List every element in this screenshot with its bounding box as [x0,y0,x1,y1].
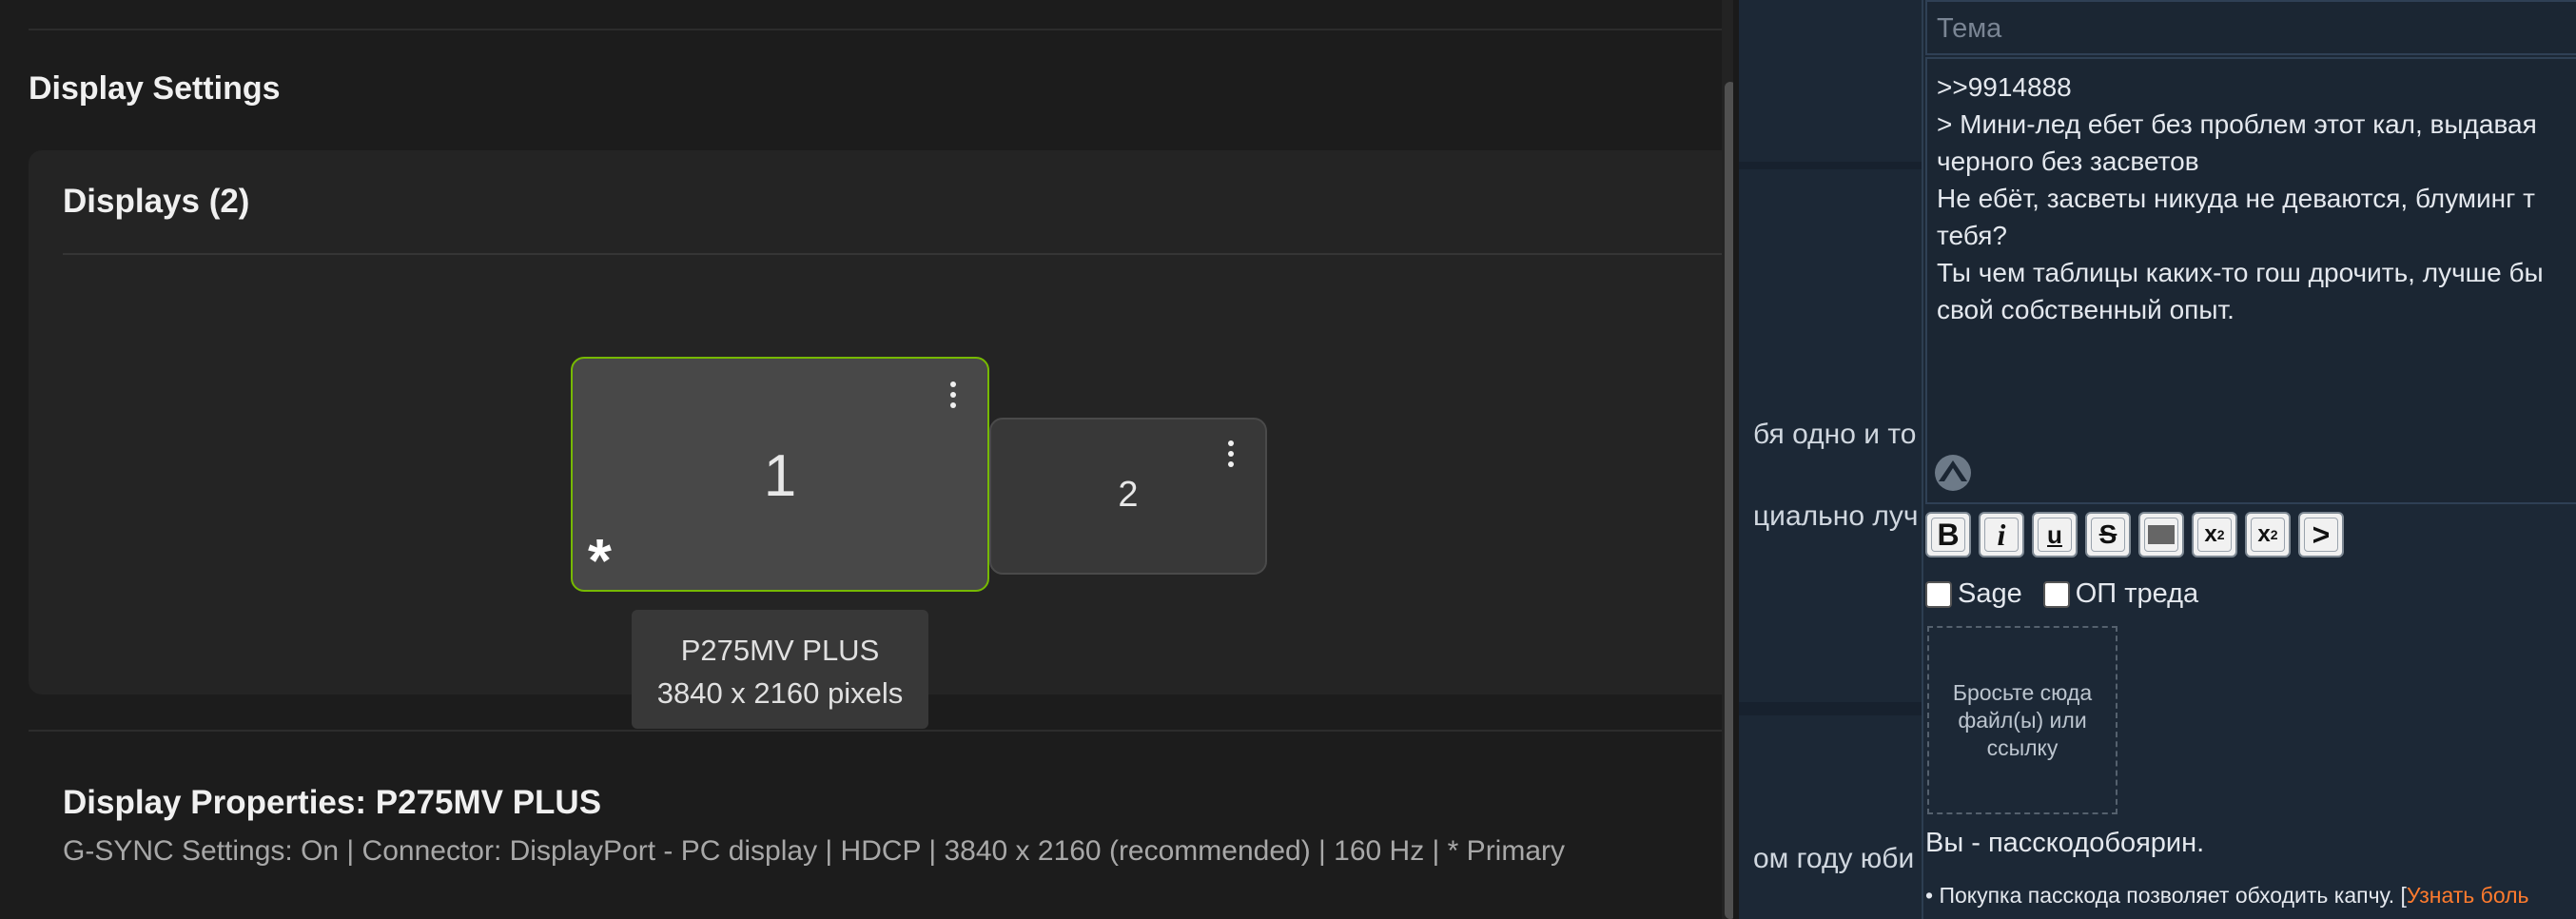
section-divider [29,730,1733,732]
card-divider [63,253,1733,255]
imageboard-page: бя одно и то циально луч ом году юби Тем… [1739,0,2576,919]
post-text-fragment: бя одно и то [1753,419,1917,450]
monitor-2-tile[interactable]: 2 [989,418,1267,575]
passcode-info: • Покупка пасскода позволяет обходить ка… [1925,883,2529,909]
op-checkbox[interactable] [2042,580,2070,608]
post-text-fragment: циально луч [1753,500,1919,532]
displays-title: Displays (2) [63,183,250,220]
post-block [1739,715,1924,919]
subject-input[interactable]: Тема [1925,0,2576,55]
monitor-1-tile[interactable]: 1 * [571,357,989,592]
bold-button[interactable]: B [1925,512,1971,557]
post-options: Sage ОП треда [1925,578,2219,610]
file-dropzone[interactable]: Бросьте сюда файл(ы) или ссылку [1927,626,2117,814]
strikethrough-button[interactable]: S [2085,512,2131,557]
quote-button[interactable]: > [2298,512,2344,557]
primary-display-marker: * [588,526,612,595]
display-properties-title: Display Properties: P275MV PLUS [63,784,602,821]
spoiler-icon [2148,525,2175,544]
markup-toolbar: B i u S x2 x2 > [1925,512,2344,557]
monitor-1-more-icon[interactable] [947,381,959,408]
monitor-tooltip: P275MV PLUS 3840 x 2160 pixels [632,610,928,729]
monitor-2-number: 2 [1118,475,1139,515]
tooltip-monitor-name: P275MV PLUS [680,634,880,667]
scrollbar-thumb[interactable] [1725,82,1733,919]
monitor-2-more-icon[interactable] [1225,440,1237,467]
display-properties-summary: G-SYNC Settings: On | Connector: Display… [63,835,1566,867]
nvidia-display-panel: Display Settings Displays (2) 1 * 2 P275… [0,0,1733,919]
passcode-status: Вы - пасскодобоярин. [1925,828,2205,858]
passcode-info-text: • Покупка пасскода позволяет обходить ка… [1925,883,2407,908]
top-divider [29,29,1733,30]
op-label: ОП треда [2075,578,2199,609]
message-textarea[interactable]: >>9914888 > Мини-лед ебет без проблем эт… [1925,57,2576,504]
scrollbar[interactable] [1722,0,1733,919]
superscript-button[interactable]: x2 [2192,512,2237,557]
italic-button[interactable]: i [1979,512,2024,557]
sage-label: Sage [1958,578,2022,609]
sage-checkbox[interactable] [1925,580,1952,608]
captcha-icon[interactable] [1933,453,1973,493]
reply-form: Тема >>9914888 > Мини-лед ебет без пробл… [1922,0,2576,919]
tooltip-resolution: 3840 x 2160 pixels [656,676,904,710]
monitor-1-number: 1 [763,443,797,509]
post-text-fragment: ом году юби [1753,843,1915,874]
page-title: Display Settings [29,70,281,107]
subscript-button[interactable]: x2 [2245,512,2291,557]
underline-button[interactable]: u [2032,512,2078,557]
post-block [1739,0,1924,162]
passcode-more-link[interactable]: Узнать боль [2407,883,2529,908]
spoiler-button[interactable] [2138,512,2184,557]
